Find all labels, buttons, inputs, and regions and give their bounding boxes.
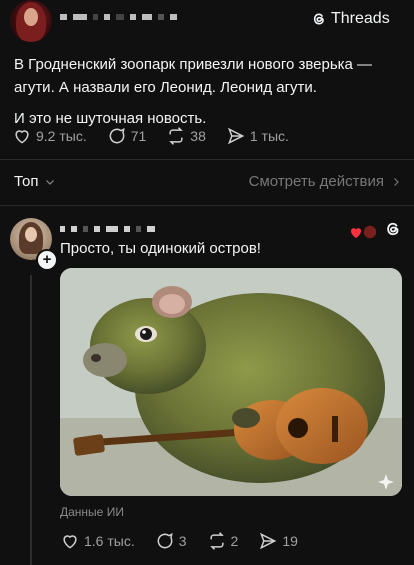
- repost-button[interactable]: 2: [207, 531, 239, 551]
- repost-button[interactable]: 38: [166, 126, 206, 146]
- sort-dropdown[interactable]: Топ: [14, 173, 56, 190]
- threads-brand-label: Threads: [331, 10, 390, 27]
- post-actions: 9.2 тыс. 71 38 1 тыс.: [12, 126, 289, 146]
- share-count: 1 тыс.: [249, 128, 289, 144]
- chevron-down-icon: [46, 179, 55, 185]
- comment-icon: [157, 532, 173, 549]
- post-line: агути. А назвали его Леонид. Леонид агут…: [14, 79, 317, 96]
- author-avatar[interactable]: [10, 0, 52, 42]
- reply-image[interactable]: [60, 268, 402, 496]
- repost-icon: [209, 532, 224, 550]
- ai-info-label[interactable]: Данные ИИ: [60, 505, 124, 519]
- comment-icon: [109, 127, 125, 144]
- comment-button[interactable]: 71: [107, 126, 147, 146]
- author-username-redacted[interactable]: [60, 14, 177, 20]
- heart-icon: [15, 130, 29, 144]
- share-button[interactable]: 19: [258, 531, 298, 551]
- like-button[interactable]: 1.6 тыс.: [60, 531, 135, 551]
- liked-by-author-badge: [350, 224, 378, 240]
- post-line: В Гродненский зоопарк привезли нового зв…: [14, 56, 373, 73]
- repost-icon: [169, 127, 184, 145]
- like-count: 1.6 тыс.: [84, 533, 135, 549]
- share-button[interactable]: 1 тыс.: [226, 126, 289, 146]
- threads-logo-icon: [313, 13, 324, 25]
- comment-button[interactable]: 3: [155, 531, 187, 551]
- share-count: 19: [282, 533, 298, 549]
- send-icon: [227, 127, 245, 145]
- sort-label: Топ: [14, 173, 39, 190]
- follow-plus-icon[interactable]: +: [36, 249, 58, 271]
- divider: [0, 205, 414, 206]
- repost-count: 38: [190, 128, 206, 144]
- reply-username-redacted[interactable]: [60, 226, 155, 232]
- like-count: 9.2 тыс.: [36, 128, 87, 144]
- chevron-right-icon: [394, 177, 399, 186]
- see-actions-label: Смотреть действия: [248, 173, 384, 190]
- repost-count: 2: [230, 533, 239, 549]
- divider: [0, 159, 414, 160]
- reply-body: Просто, ты одинокий остров!: [60, 240, 261, 257]
- see-actions-link[interactable]: Смотреть действия: [249, 173, 402, 190]
- like-button[interactable]: 9.2 тыс.: [12, 126, 87, 146]
- comment-count: 3: [178, 533, 187, 549]
- reply-actions: 1.6 тыс. 3 2 19: [60, 531, 298, 551]
- comment-count: 71: [130, 128, 147, 144]
- heart-icon: [63, 535, 77, 549]
- send-icon: [260, 532, 277, 550]
- agouti-guitar-image: [60, 268, 402, 496]
- thread-line: [30, 275, 32, 565]
- threads-logo-icon[interactable]: [384, 220, 402, 238]
- threads-brand[interactable]: Threads: [311, 10, 390, 28]
